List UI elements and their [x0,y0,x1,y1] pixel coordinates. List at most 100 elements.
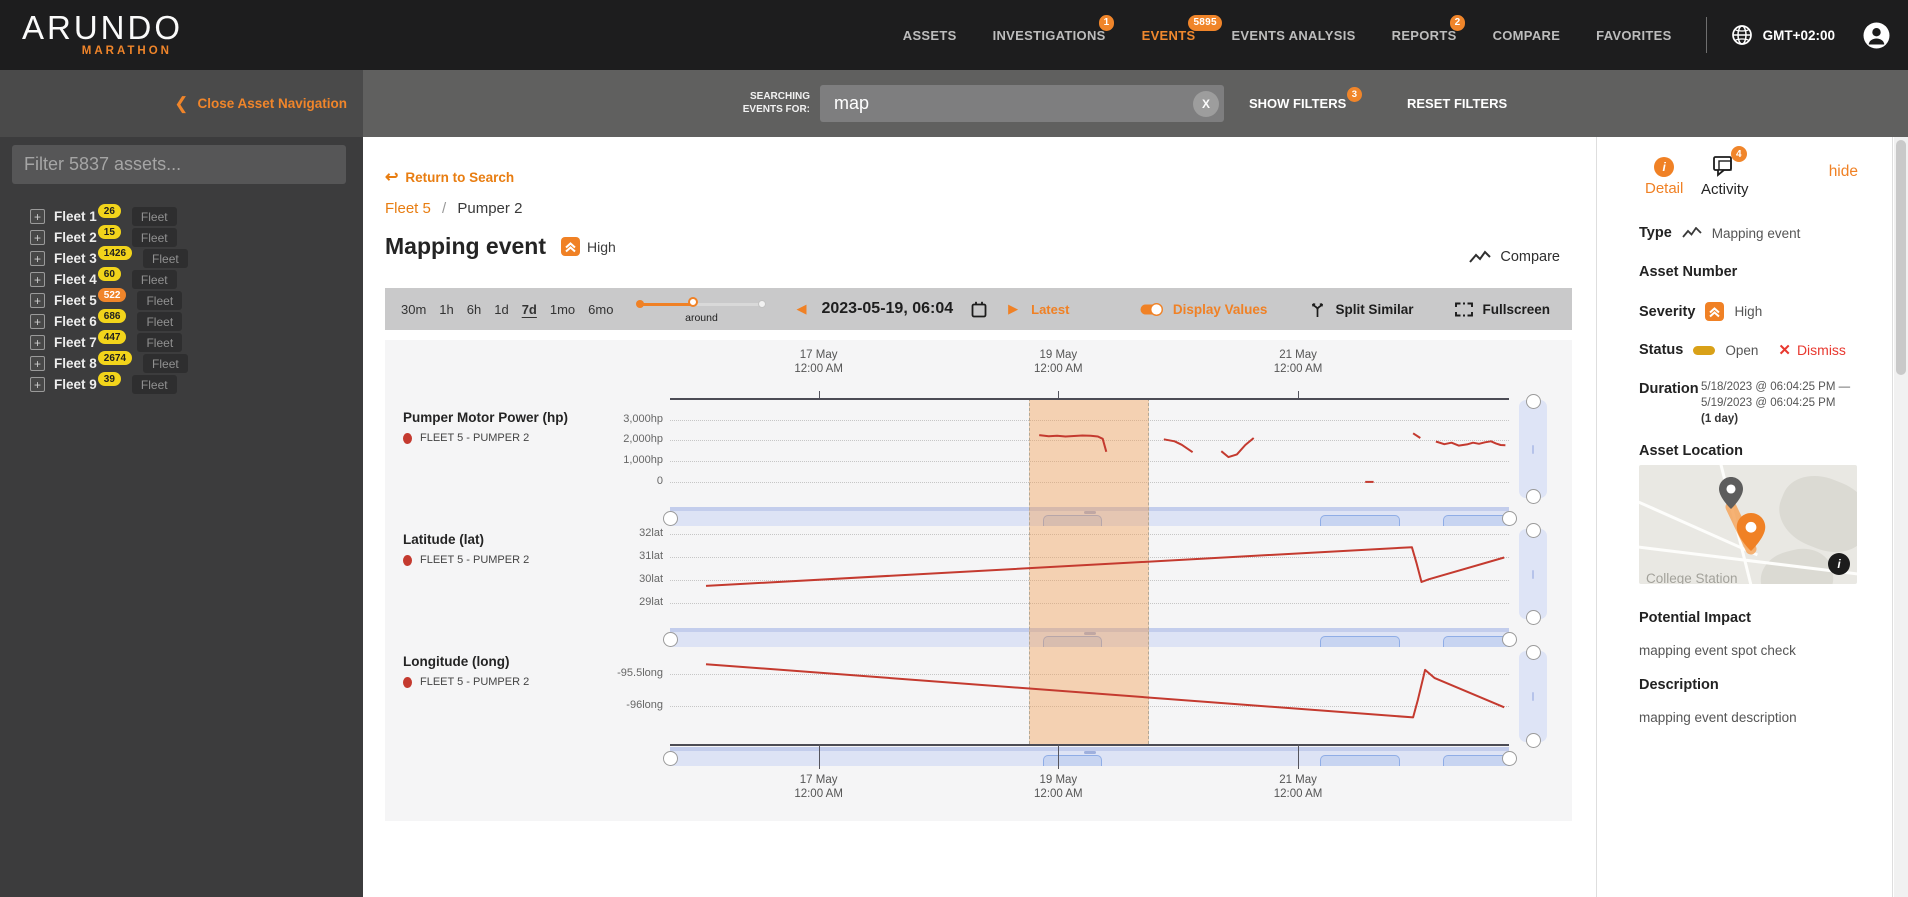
range-7d[interactable]: 7d [522,302,537,317]
y-zoom-slider[interactable] [1519,400,1547,498]
chevron-left-icon: ❮ [174,93,189,113]
split-similar-button[interactable]: Split Similar [1309,301,1413,318]
calendar-icon[interactable] [971,301,987,318]
scrollbar-thumb[interactable] [1896,140,1906,375]
severity-label: High [587,238,616,255]
return-arrow-icon: ↩ [385,169,399,186]
field-type: Type Mapping event [1639,225,1801,241]
event-search-input[interactable] [820,85,1224,122]
y-zoom-handle-bottom[interactable] [1525,489,1541,504]
y-zoom-handle-top[interactable] [1525,645,1541,660]
compare-button[interactable]: Compare [1469,249,1560,265]
expand-plus-icon[interactable]: + [30,230,45,245]
nav-item-assets[interactable]: ASSETS [903,28,957,43]
timezone-selector[interactable]: GMT+02:00 [1731,24,1835,46]
map-pin-start-icon [1718,477,1744,509]
reset-filters-button[interactable]: RESET FILTERS [1407,70,1507,137]
sidebar-fleet-row[interactable]: + Fleet 5 522 Fleet [0,288,363,311]
sidebar-fleet-row[interactable]: + Fleet 1 26 Fleet [0,204,363,227]
range-6h[interactable]: 6h [467,302,481,317]
nav-item-events[interactable]: EVENTS 5895 [1142,14,1222,43]
logo[interactable]: ARUNDO MARATHON [22,9,180,57]
y-zoom-handle-top[interactable] [1525,523,1541,538]
display-values-toggle[interactable]: Display Values [1140,302,1267,317]
sidebar-fleet-row[interactable]: + Fleet 4 60 Fleet [0,267,363,290]
x-tick-label-bottom: 21 May 12:00 AM [1273,774,1323,800]
navigator-handle-right[interactable] [1501,751,1517,766]
fleet-name: Fleet 2 [54,230,97,245]
navigator-band[interactable] [670,751,1509,766]
breadcrumb-fleet[interactable]: Fleet 5 [385,200,431,217]
map-info-button[interactable]: i [1828,553,1850,575]
navigator-handle-left[interactable] [662,632,678,647]
top-bar: ARUNDO MARATHON ASSETS INVESTIGATIONS 1 EVE… [0,0,1908,70]
expand-plus-icon[interactable]: + [30,377,45,392]
expand-plus-icon[interactable]: + [30,314,45,329]
dismiss-button[interactable]: ✕ Dismiss [1778,341,1846,359]
y-tick-label: 29lat [639,595,663,608]
previous-period-button[interactable]: ◀ [796,301,806,317]
range-6mo[interactable]: 6mo [588,302,613,317]
nav-divider [1705,17,1707,53]
fleet-type-tag: Fleet [131,270,177,289]
nav-item-events-analysis[interactable]: EVENTS ANALYSIS [1231,28,1355,43]
range-1h[interactable]: 1h [439,302,453,317]
sidebar-fleet-row[interactable]: + Fleet 9 39 Fleet [0,372,363,395]
sidebar-fleet-row[interactable]: + Fleet 7 447 Fleet [0,330,363,353]
duration-value: 5/18/2023 @ 06:04:25 PM — 5/19/2023 @ 06… [1701,381,1851,425]
y-zoom-slider[interactable] [1519,529,1547,619]
y-zoom-slider[interactable] [1519,651,1547,742]
show-filters-button[interactable]: SHOW FILTERS 3 [1249,70,1362,137]
event-title-row: Mapping event High [385,233,616,260]
navigator-handle-left[interactable] [662,511,678,526]
asset-filter-input[interactable] [12,145,346,184]
latest-button[interactable]: Latest [1031,302,1069,317]
y-zoom-handle-bottom[interactable] [1525,610,1541,625]
panel-legend: FLEET 5 - PUMPER 2 [403,432,529,444]
navigator-grip[interactable] [1083,751,1096,754]
y-tick-label: 3,000hp [623,412,663,425]
user-menu[interactable] [1863,22,1890,49]
sidebar-fleet-row[interactable]: + Fleet 8 2674 Fleet [0,351,363,374]
close-asset-navigation[interactable]: ❮ Close Asset Navigation [0,70,363,137]
around-slider[interactable]: around [636,297,767,324]
filters-count-badge: 3 [1347,87,1362,102]
asset-location-map[interactable]: College Station i [1639,465,1857,584]
status-open-icon [1693,345,1716,355]
y-zoom-handle-top[interactable] [1525,394,1541,409]
y-zoom-handle-bottom[interactable] [1525,733,1541,748]
sidebar-fleet-row[interactable]: + Fleet 6 686 Fleet [0,309,363,332]
navigator-handle-right[interactable] [1501,511,1517,526]
navigator-handle-left[interactable] [662,751,678,766]
sidebar-fleet-row[interactable]: + Fleet 2 15 Fleet [0,225,363,248]
nav-badge: 1 [1098,14,1115,31]
expand-plus-icon[interactable]: + [30,209,45,224]
return-to-search-link[interactable]: ↩ Return to Search [385,167,514,187]
range-1d[interactable]: 1d [494,302,508,317]
current-date[interactable]: 2023-05-19, 06:04 [821,300,953,318]
navigator-handle-right[interactable] [1501,632,1517,647]
tab-detail[interactable]: i Detail [1645,157,1683,197]
nav-item-compare[interactable]: COMPARE [1493,28,1561,43]
expand-plus-icon[interactable]: + [30,251,45,266]
clear-search-button[interactable]: X [1193,90,1219,117]
expand-plus-icon[interactable]: + [30,293,45,308]
avatar-icon [1863,22,1890,49]
expand-plus-icon[interactable]: + [30,335,45,350]
search-bar: ❮ Close Asset Navigation SEARCHING EVENT… [0,70,1908,137]
split-branch-icon [1309,301,1326,318]
hide-panel-link[interactable]: hide [1829,163,1858,181]
nav-item-favorites[interactable]: FAVORITES [1596,28,1671,43]
nav-item-reports[interactable]: REPORTS 2 [1392,14,1466,43]
page-scrollbar [1894,137,1908,897]
range-30m[interactable]: 30m [401,302,426,317]
expand-plus-icon[interactable]: + [30,356,45,371]
nav-item-investigations[interactable]: INVESTIGATIONS 1 [993,14,1115,43]
slider-handle[interactable] [688,297,699,307]
sidebar-fleet-row[interactable]: + Fleet 3 1426 Fleet [0,246,363,269]
expand-plus-icon[interactable]: + [30,272,45,287]
tab-activity[interactable]: 4 Activity [1701,146,1749,198]
fullscreen-button[interactable]: Fullscreen [1455,302,1550,317]
range-1mo[interactable]: 1mo [550,302,575,317]
next-period-button[interactable]: ▶ [1008,301,1018,317]
